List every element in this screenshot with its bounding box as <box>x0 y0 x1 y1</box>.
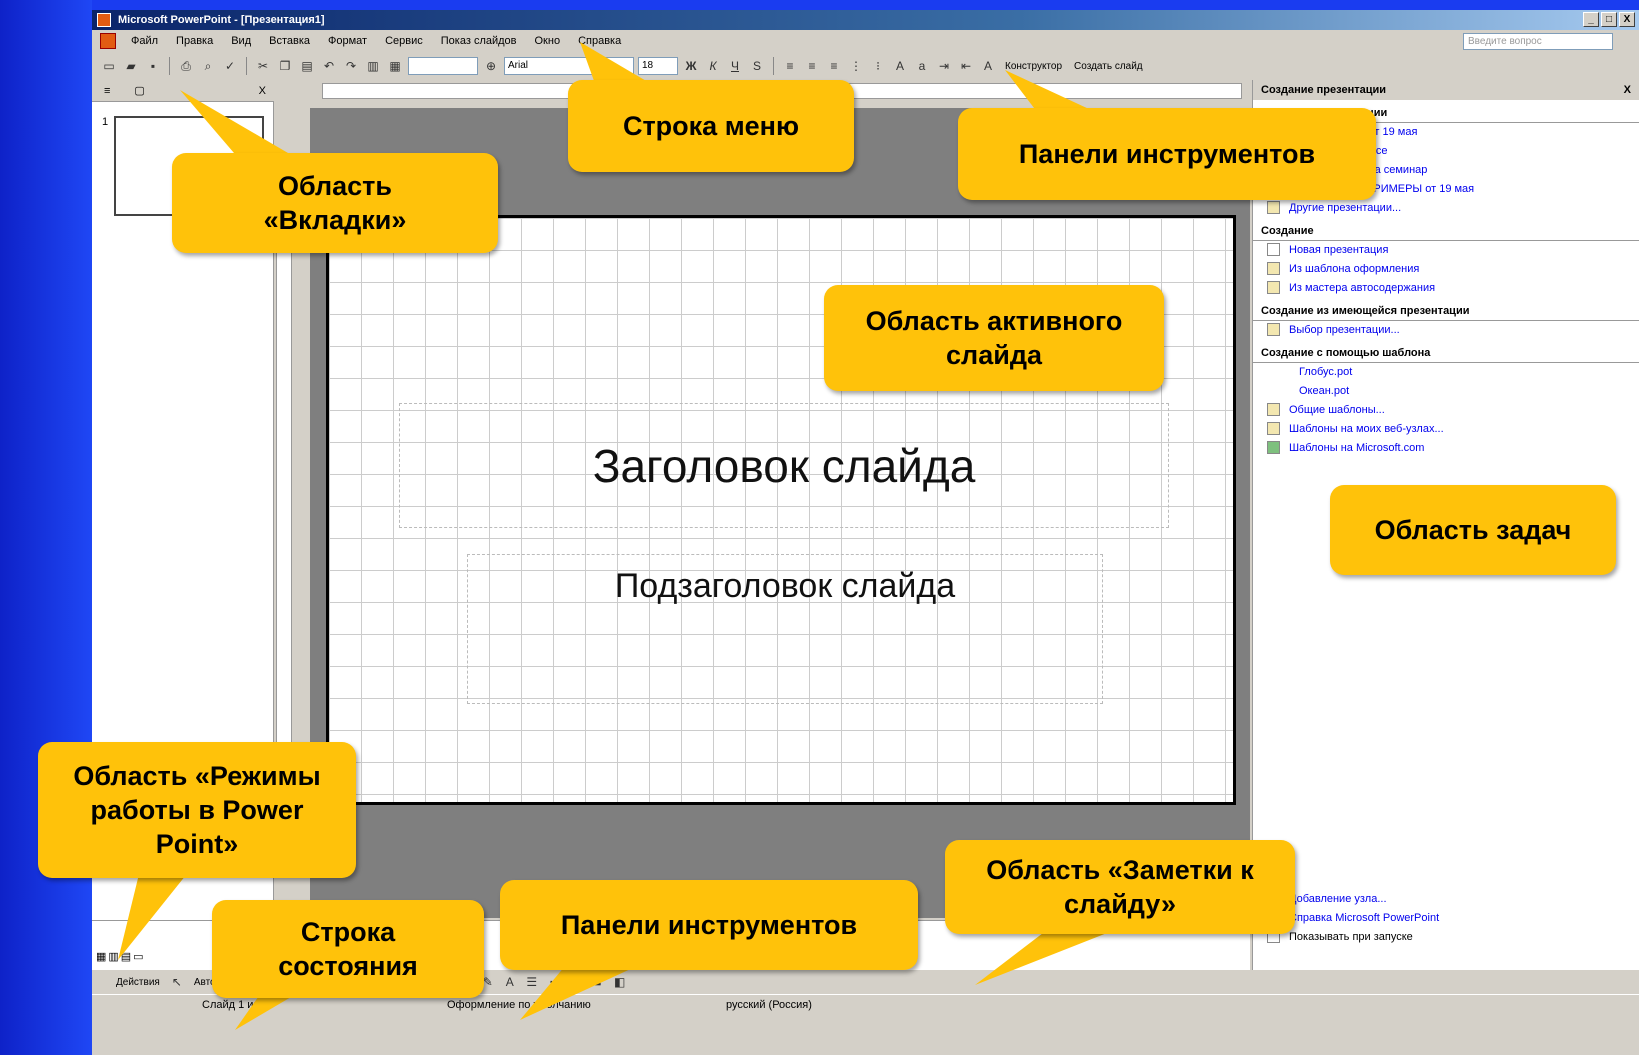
callout-status-bar: Строка состояния <box>212 900 484 998</box>
callout-menu-bar: Строка меню <box>568 80 854 172</box>
tail-tabs <box>180 90 300 160</box>
callout-view-modes: Область «Режимы работы в Power Point» <box>38 742 356 878</box>
callout-active-slide: Область активного слайда <box>824 285 1164 391</box>
callout-toolbars-bottom: Панели инструментов <box>500 880 918 970</box>
callout-tabs-area: Область «Вкладки» <box>172 153 498 253</box>
callout-notes: Область «Заметки к слайду» <box>945 840 1295 934</box>
tail-view-modes <box>118 870 190 960</box>
callout-toolbars-top: Панели инструментов <box>958 108 1376 200</box>
callout-task-pane: Область задач <box>1330 485 1616 575</box>
